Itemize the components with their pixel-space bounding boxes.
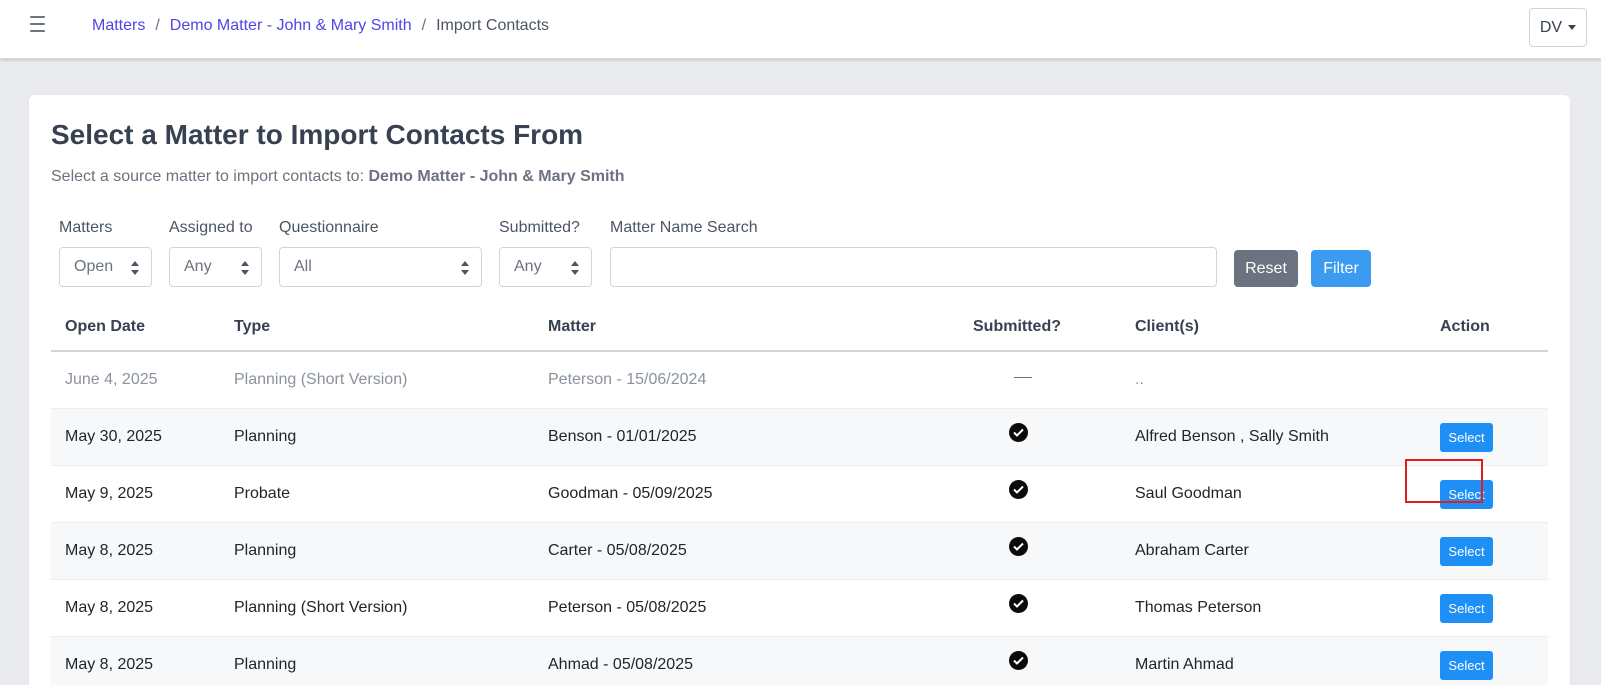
cell-matter: Goodman - 05/09/2025 — [548, 485, 713, 502]
cell-open-date: May 30, 2025 — [65, 428, 162, 445]
header-submitted: Submitted? — [973, 318, 1061, 335]
breadcrumb-current: Import Contacts — [436, 17, 550, 34]
questionnaire-select[interactable]: All — [279, 247, 482, 287]
subtitle-target-matter: Demo Matter - John & Mary Smith — [368, 168, 625, 185]
page-subtitle: Select a source matter to import contact… — [51, 168, 625, 186]
cell-matter: Peterson - 15/06/2024 — [548, 371, 707, 388]
cell-submitted-dash: __ — [1014, 362, 1032, 379]
cell-type: Planning (Short Version) — [234, 599, 408, 616]
check-circle-icon — [1009, 594, 1028, 613]
reset-button[interactable]: Reset — [1234, 250, 1298, 287]
check-circle-icon — [1009, 423, 1028, 442]
questionnaire-filter-label: Questionnaire — [279, 219, 379, 236]
cell-matter: Benson - 01/01/2025 — [548, 428, 697, 445]
breadcrumb-matter-link[interactable]: Demo Matter - John & Mary Smith — [170, 17, 412, 35]
questionnaire-select-value: All — [294, 258, 312, 275]
table-row: May 8, 2025 Planning Carter - 05/08/2025… — [51, 523, 1548, 580]
check-circle-icon — [1009, 651, 1028, 670]
hamburger-icon[interactable] — [30, 15, 48, 33]
submitted-select-value: Any — [514, 258, 542, 275]
matter-search-label: Matter Name Search — [610, 219, 758, 236]
top-navbar: Matters / Demo Matter - John & Mary Smit… — [0, 0, 1601, 59]
cell-type: Planning — [234, 542, 297, 559]
table-row: May 8, 2025 Planning Ahmad - 05/08/2025 … — [51, 637, 1548, 685]
select-arrows-icon — [571, 261, 579, 275]
table-row: May 9, 2025 Probate Goodman - 05/09/2025… — [51, 466, 1548, 523]
filter-button[interactable]: Filter — [1311, 250, 1371, 287]
cell-clients: .. — [1135, 371, 1144, 388]
breadcrumb-separator: / — [155, 17, 160, 34]
check-circle-icon — [1009, 480, 1028, 499]
caret-down-icon — [1568, 25, 1577, 30]
cell-clients: Thomas Peterson — [1135, 599, 1262, 616]
matters-table: Open Date Type Matter Submitted? Client(… — [51, 300, 1548, 685]
cell-clients: Saul Goodman — [1135, 485, 1242, 502]
header-open-date: Open Date — [65, 318, 146, 335]
user-initials: DV — [1539, 18, 1563, 36]
submitted-filter-label: Submitted? — [499, 219, 580, 236]
cell-clients: Alfred Benson , Sally Smith — [1135, 428, 1329, 445]
cell-type: Planning — [234, 428, 297, 445]
submitted-select[interactable]: Any — [499, 247, 592, 287]
matter-search-input[interactable] — [610, 247, 1217, 287]
select-arrows-icon — [131, 261, 139, 275]
table-row: May 30, 2025 Planning Benson - 01/01/202… — [51, 409, 1548, 466]
select-button[interactable]: Select — [1440, 423, 1493, 452]
cell-type: Probate — [234, 485, 291, 502]
check-circle-icon — [1009, 537, 1028, 556]
page-title: Select a Matter to Import Contacts From — [51, 119, 584, 150]
table-row: June 4, 2025 Planning (Short Version) Pe… — [51, 352, 1548, 409]
cell-clients: Abraham Carter — [1135, 542, 1249, 559]
select-button[interactable]: Select — [1440, 594, 1493, 623]
select-button[interactable]: Select — [1440, 651, 1493, 680]
header-matter: Matter — [548, 318, 597, 335]
select-button[interactable]: Select — [1440, 537, 1493, 566]
cell-clients: Martin Ahmad — [1135, 656, 1234, 673]
select-arrows-icon — [241, 261, 249, 275]
cell-open-date: May 9, 2025 — [65, 485, 154, 502]
cell-matter: Peterson - 05/08/2025 — [548, 599, 707, 616]
header-action: Action — [1440, 318, 1490, 335]
user-menu-dropdown[interactable]: DV — [1529, 8, 1587, 47]
header-clients: Client(s) — [1135, 318, 1199, 335]
cell-open-date: May 8, 2025 — [65, 542, 154, 559]
select-button[interactable]: Select — [1440, 480, 1493, 509]
matters-select[interactable]: Open — [59, 247, 152, 287]
assigned-filter-label: Assigned to — [169, 219, 253, 236]
matters-filter-label: Matters — [59, 219, 113, 236]
breadcrumb-separator: / — [421, 17, 427, 34]
cell-open-date: June 4, 2025 — [65, 371, 158, 388]
cell-matter: Ahmad - 05/08/2025 — [548, 656, 693, 673]
cell-type: Planning — [234, 656, 297, 673]
subtitle-prefix: Select a source matter to import contact… — [51, 168, 365, 185]
main-card: Select a Matter to Import Contacts From … — [29, 95, 1570, 685]
assigned-select[interactable]: Any — [169, 247, 262, 287]
table-row: May 8, 2025 Planning (Short Version) Pet… — [51, 580, 1548, 637]
cell-matter: Carter - 05/08/2025 — [548, 542, 687, 559]
assigned-select-value: Any — [184, 258, 212, 275]
table-header: Open Date Type Matter Submitted? Client(… — [51, 300, 1548, 352]
cell-open-date: May 8, 2025 — [65, 656, 154, 673]
cell-open-date: May 8, 2025 — [65, 599, 154, 616]
matters-select-value: Open — [74, 258, 114, 275]
header-type: Type — [234, 318, 271, 335]
cell-type: Planning (Short Version) — [234, 371, 408, 388]
breadcrumb: Matters / Demo Matter - John & Mary Smit… — [92, 17, 549, 35]
breadcrumb-matters-link[interactable]: Matters — [92, 17, 145, 35]
select-arrows-icon — [461, 261, 469, 275]
